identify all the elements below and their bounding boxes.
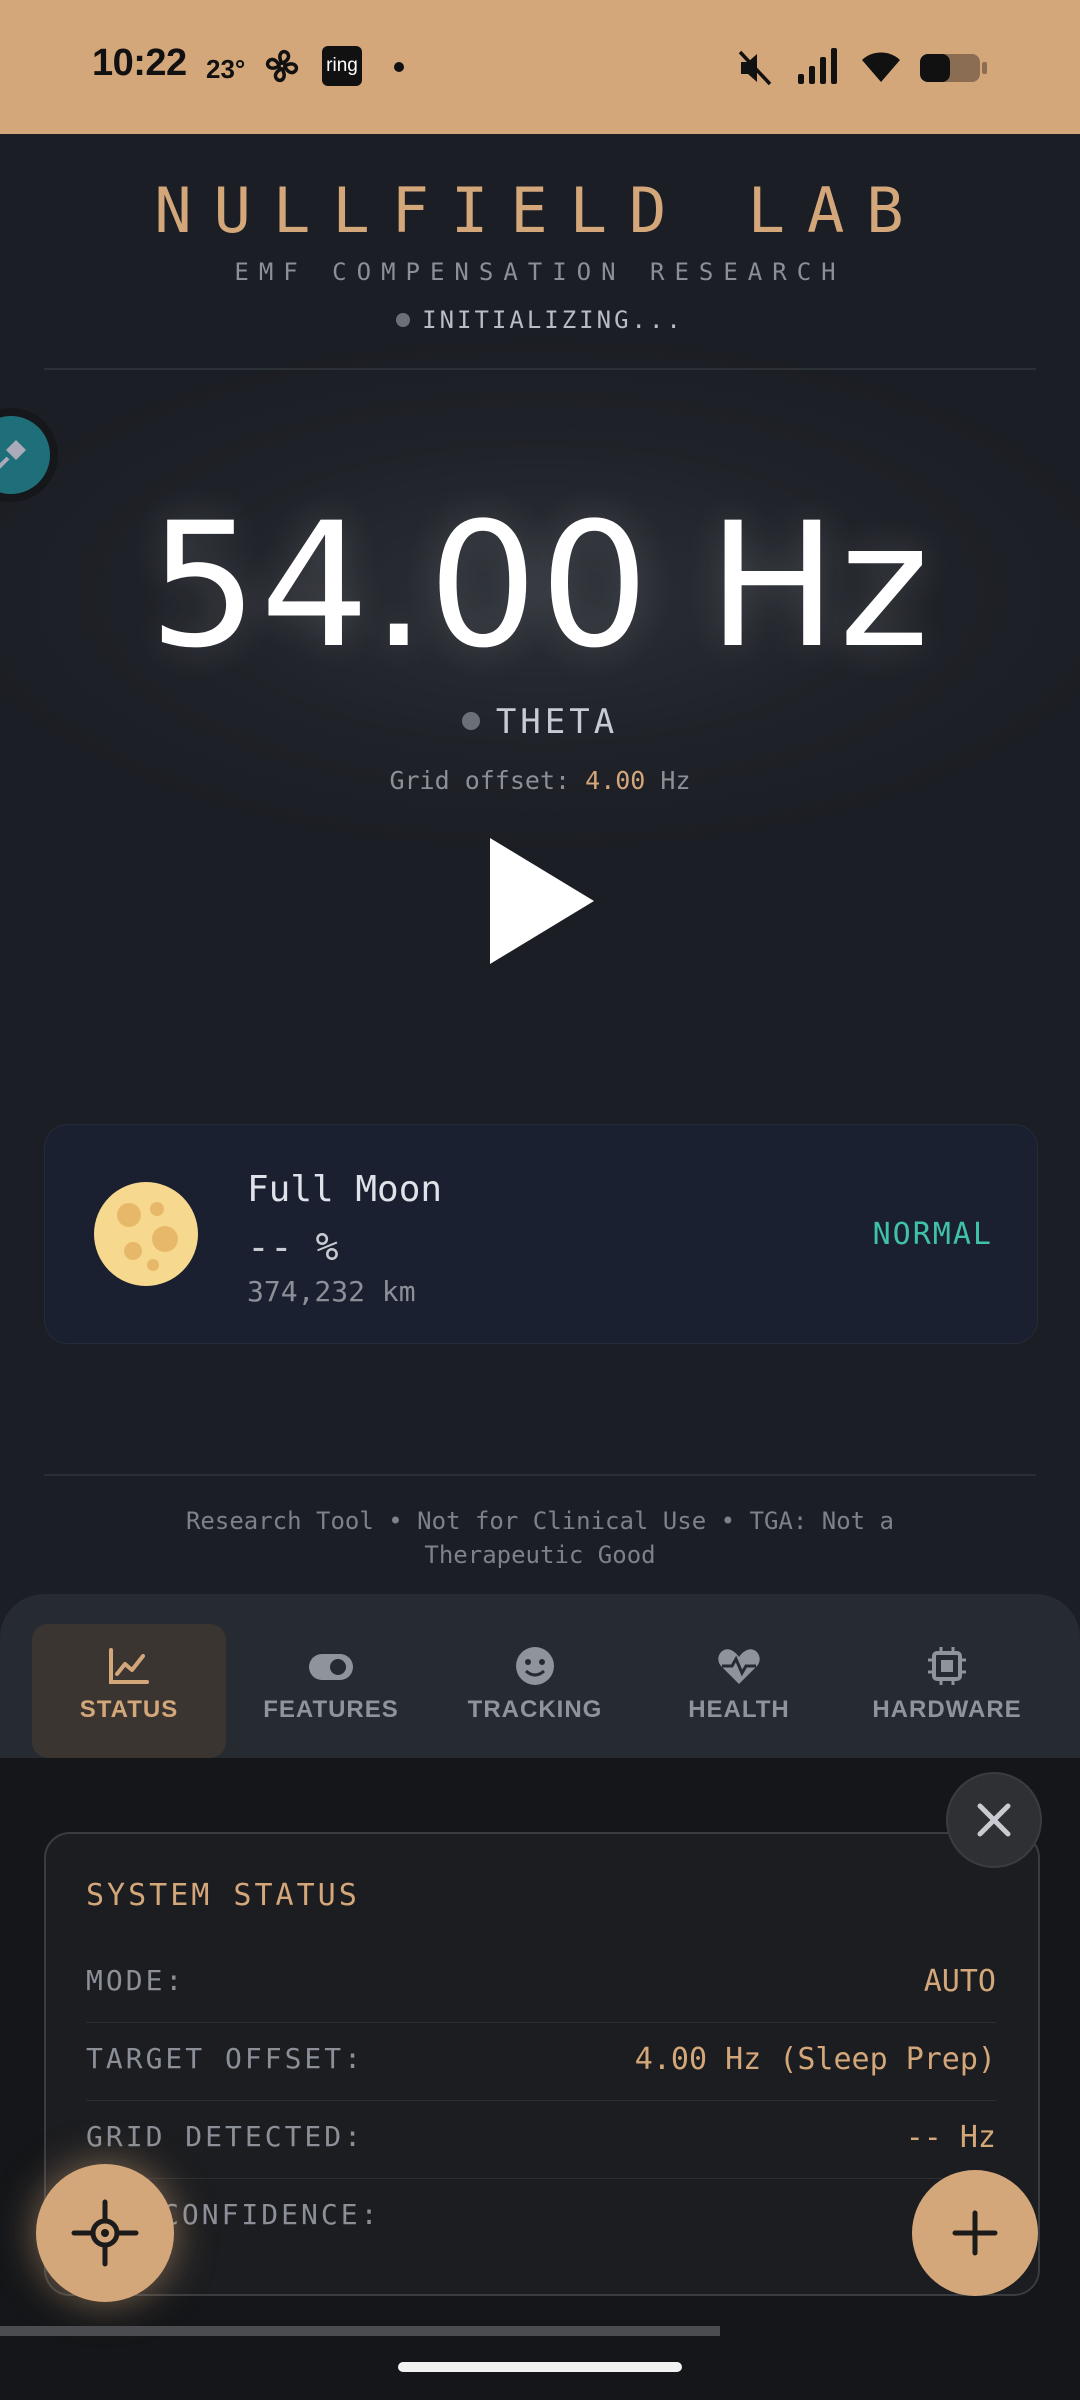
band-label: THETA (495, 702, 619, 742)
fan-icon (265, 49, 299, 83)
tab-tracking[interactable]: TRACKING (438, 1624, 632, 1758)
system-status-card: SYSTEM STATUS MODE: AUTO TARGET OFFSET: … (44, 1832, 1040, 2296)
app-title: NULLFIELD LAB (154, 174, 926, 247)
status-temperature: 23° (206, 54, 246, 84)
smiley-icon (516, 1647, 554, 1685)
status-row-value: 4.00 Hz (Sleep Prep) (634, 2042, 996, 2077)
signal-icon (798, 48, 837, 84)
tab-label: HEALTH (688, 1696, 790, 1723)
divider (44, 1474, 1036, 1476)
tab-features[interactable]: FEATURES (234, 1624, 428, 1758)
init-status-text: INITIALIZING... (422, 306, 684, 334)
home-indicator[interactable] (398, 2362, 682, 2372)
close-icon (977, 1803, 1011, 1837)
scrollbar[interactable] (0, 2326, 720, 2336)
grid-offset-value: 4.00 (585, 766, 646, 795)
battery-icon (920, 54, 987, 82)
moon-illumination: -- % (247, 1225, 339, 1269)
system-status-title: SYSTEM STATUS (86, 1878, 360, 1913)
tab-status[interactable]: STATUS (32, 1624, 226, 1758)
status-row-confidence: CONFIDENCE: (86, 2178, 996, 2256)
tab-label: HARDWARE (872, 1696, 1022, 1723)
status-row-label: GRID DETECTED: (86, 2120, 365, 2153)
tab-hardware[interactable]: HARDWARE (850, 1624, 1044, 1758)
grid-offset-unit: Hz (660, 766, 691, 795)
status-row-label: TARGET OFFSET: (86, 2042, 365, 2075)
pin-icon (0, 440, 26, 469)
crosshair-icon (71, 2199, 139, 2267)
divider (44, 368, 1036, 370)
status-row-mode: MODE: AUTO (86, 1944, 996, 2023)
tab-label: TRACKING (467, 1696, 603, 1723)
status-row-value: -- Hz (905, 2120, 996, 2155)
close-button[interactable] (946, 1772, 1042, 1868)
ring-app-icon: ring (322, 46, 362, 86)
moon-status-badge: NORMAL (872, 1217, 993, 1252)
init-status: INITIALIZING... (0, 306, 1080, 334)
brainwave-band: THETA (0, 702, 1080, 742)
frequency-readout: 54.00 Hz (148, 485, 932, 686)
tab-health[interactable]: HEALTH (642, 1624, 836, 1758)
disclaimer: Research Tool • Not for Clinical Use • T… (185, 1507, 894, 1569)
grid-offset-label: Grid offset: (389, 766, 571, 795)
locate-button[interactable] (36, 2164, 174, 2302)
main-screen: NULLFIELD LAB EMF COMPENSATION RESEARCH … (0, 134, 1080, 1594)
moon-card: Full Moon -- % 374,232 km NORMAL (44, 1124, 1038, 1344)
plus-icon (952, 2210, 998, 2256)
status-row-label: MODE: (86, 1964, 186, 1997)
status-row-value: AUTO (923, 1964, 996, 1999)
heartbeat-icon (718, 1649, 760, 1684)
chip-icon (928, 1647, 966, 1685)
full-moon-icon (94, 1182, 198, 1286)
wifi-icon (862, 52, 900, 82)
band-dot-icon (461, 712, 480, 730)
notification-dot-icon (394, 62, 404, 72)
play-button[interactable] (488, 836, 596, 966)
status-row-label: CONFIDENCE: (162, 2198, 381, 2231)
toggle-icon (309, 1654, 353, 1680)
status-dot-icon (396, 313, 411, 327)
tab-bar: STATUS FEATURES TRACKING HEALTH HARDWARE (0, 1594, 1080, 1758)
mute-icon (738, 50, 772, 86)
app-subtitle: EMF COMPENSATION RESEARCH (234, 258, 846, 286)
moon-phase: Full Moon (247, 1169, 443, 1210)
add-button[interactable] (912, 2170, 1038, 2296)
status-bar: 10:22 23° ring (0, 0, 1080, 134)
tab-label: FEATURES (263, 1696, 399, 1723)
tab-label: STATUS (79, 1696, 179, 1723)
status-row-grid-detected: GRID DETECTED: -- Hz (86, 2100, 996, 2179)
pin-button[interactable] (0, 416, 50, 494)
status-row-target-offset: TARGET OFFSET: 4.00 Hz (Sleep Prep) (86, 2022, 996, 2101)
moon-distance: 374,232 km (247, 1275, 416, 1308)
status-time: 10:22 (92, 42, 187, 84)
grid-offset: Grid offset: 4.00 Hz (0, 766, 1080, 795)
chart-line-icon (109, 1648, 149, 1684)
